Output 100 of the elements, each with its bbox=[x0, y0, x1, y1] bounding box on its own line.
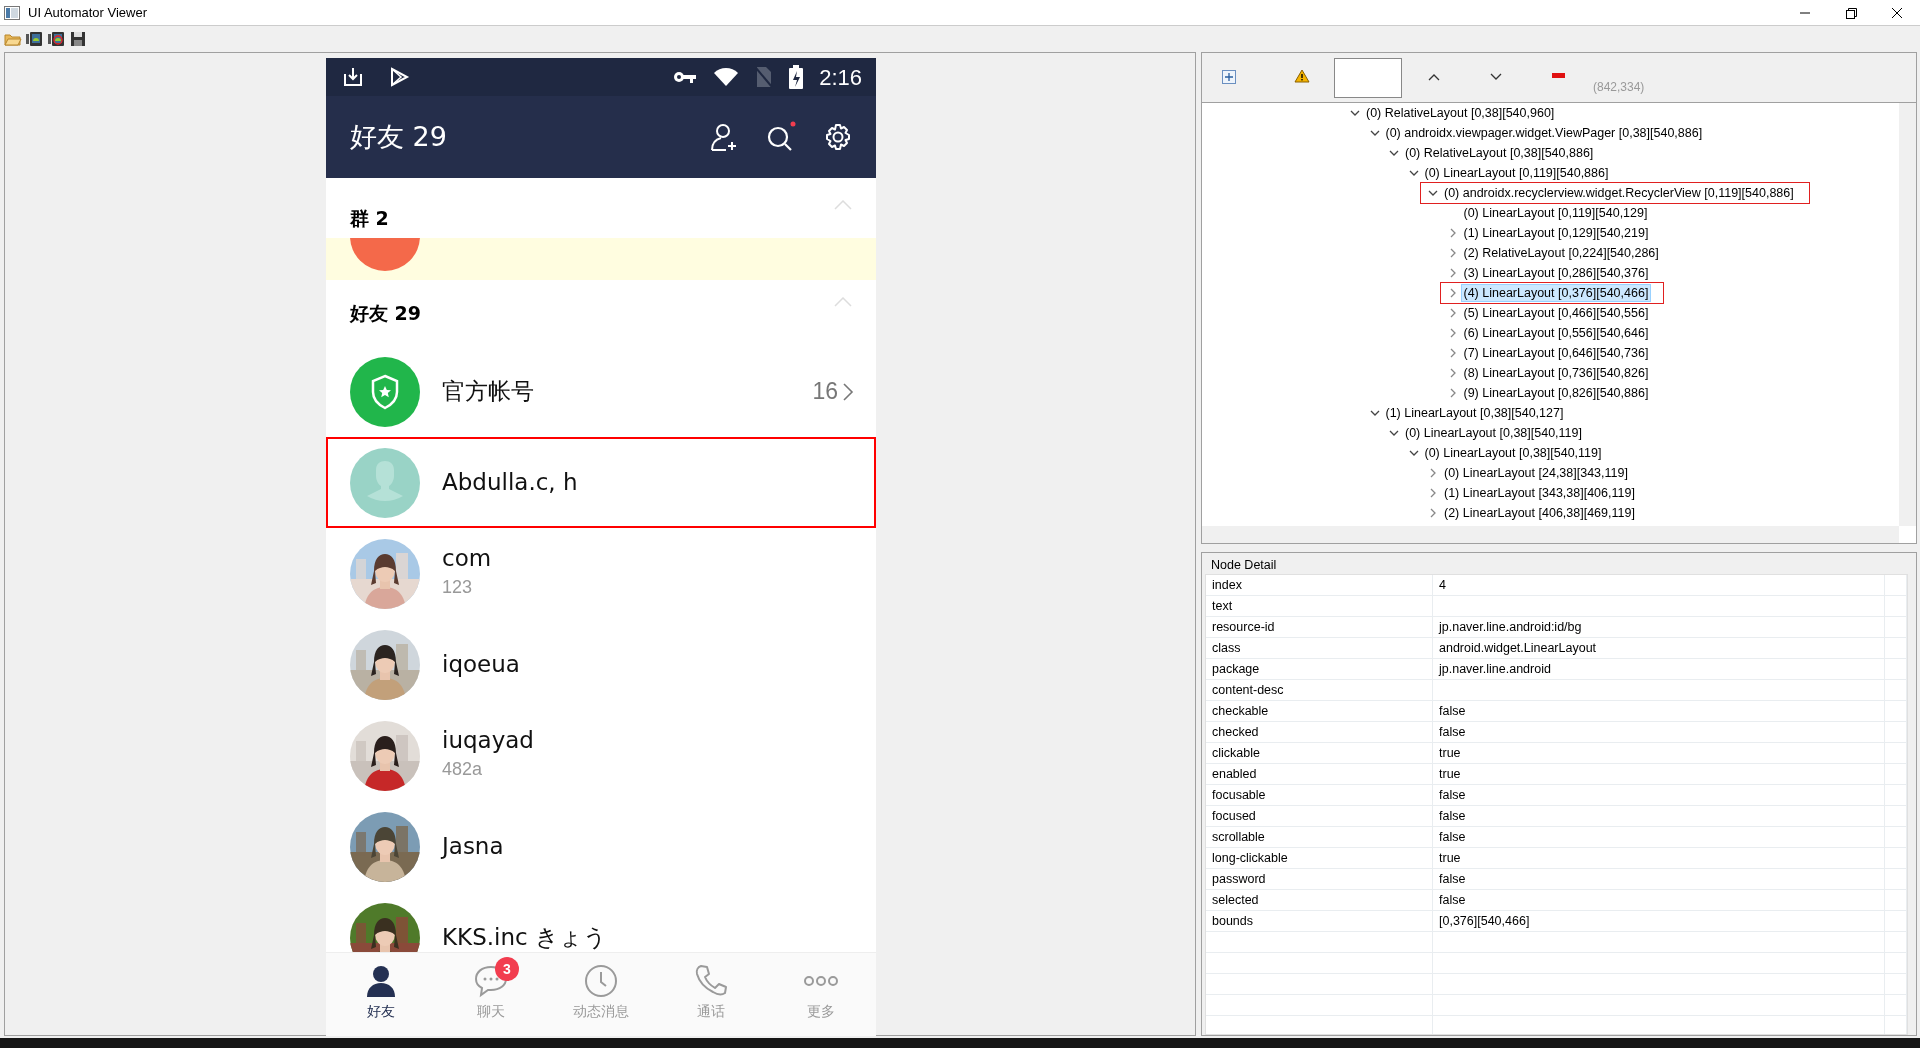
contact-row[interactable]: 官方帐号 16 bbox=[326, 346, 876, 437]
caret-down-icon[interactable] bbox=[1490, 73, 1502, 81]
settings-icon[interactable] bbox=[824, 123, 852, 151]
count-label: 16 bbox=[812, 377, 838, 407]
chat-icon bbox=[473, 963, 509, 999]
property-value: jp.naver.line.android:id/bg bbox=[1433, 617, 1885, 637]
vertical-scrollbar[interactable] bbox=[1899, 103, 1916, 526]
panel-title: Node Detail bbox=[1211, 558, 1277, 572]
property-name: enabled bbox=[1206, 764, 1433, 784]
tree-node[interactable]: (0) LinearLayout [0,38][540,119] bbox=[1421, 444, 1605, 462]
caret-up-icon[interactable] bbox=[1428, 73, 1440, 81]
contact-name: 官方帐号 bbox=[442, 379, 534, 404]
tree-node[interactable]: (1) LinearLayout [343,38][406,119] bbox=[1441, 484, 1638, 502]
input-field[interactable] bbox=[1334, 58, 1402, 98]
tree-node[interactable]: (8) LinearLayout [0,736][540,826] bbox=[1460, 364, 1652, 382]
tree-node[interactable]: (0) LinearLayout [0,119][540,129] bbox=[1460, 204, 1651, 222]
contact-name: com bbox=[442, 545, 492, 571]
section-title: 好友 29 bbox=[350, 300, 422, 326]
group-row[interactable] bbox=[326, 238, 876, 280]
property-name: clickable bbox=[1206, 743, 1433, 763]
property-value: true bbox=[1433, 764, 1885, 784]
property-name: resource-id bbox=[1206, 617, 1433, 637]
property-name: index bbox=[1206, 575, 1433, 595]
tree-node[interactable]: (2) LinearLayout [406,38][469,119] bbox=[1441, 504, 1638, 522]
nav-tab[interactable]: 聊天 3 bbox=[436, 953, 546, 1036]
chevron-right-icon bbox=[842, 381, 854, 402]
expand-all-icon[interactable] bbox=[1222, 70, 1236, 84]
tree-node[interactable]: (1) LinearLayout [0,38][540,127] bbox=[1382, 404, 1567, 422]
contact-name: KKS.inc きょう bbox=[442, 925, 607, 950]
tree-node[interactable]: (2) RelativeLayout [0,224][540,286] bbox=[1460, 244, 1662, 262]
contact-name: Jasna bbox=[442, 834, 504, 859]
phone-robot-alert-icon[interactable] bbox=[48, 31, 66, 47]
contact-name: iuqayad bbox=[442, 727, 534, 753]
status-message: 123 bbox=[442, 576, 474, 600]
warning-icon[interactable] bbox=[1294, 69, 1310, 83]
status-message: 482a bbox=[442, 758, 484, 782]
tree-node[interactable]: (0) RelativeLayout [0,38][540,886] bbox=[1402, 144, 1597, 162]
shield-icon bbox=[350, 356, 420, 427]
property-value: android.widget.LinearLayout bbox=[1433, 638, 1885, 658]
property-name: selected bbox=[1206, 890, 1433, 910]
tree-node[interactable]: (0) androidx.recyclerview.widget.RecyclerView [0,119][540,886] bbox=[1441, 184, 1797, 202]
property-value: [0,376][540,466] bbox=[1433, 911, 1885, 931]
download-icon bbox=[342, 66, 364, 88]
property-name: scrollable bbox=[1206, 827, 1433, 847]
no-sim-icon bbox=[755, 66, 774, 88]
contact-row[interactable]: Jasna bbox=[326, 801, 876, 892]
nav-tab[interactable]: 好友 bbox=[326, 953, 436, 1036]
tree-node[interactable]: (0) LinearLayout [0,38][540,119] bbox=[1402, 424, 1585, 442]
property-value: false bbox=[1433, 806, 1885, 826]
avatar-icon bbox=[350, 447, 420, 518]
contact-name: Abdulla.c, h bbox=[442, 470, 578, 495]
property-value: jp.naver.line.android bbox=[1433, 659, 1885, 679]
contact-row[interactable]: iqoeua bbox=[326, 619, 876, 710]
property-name: checkable bbox=[1206, 701, 1433, 721]
tree-node[interactable]: (3) LinearLayout [0,286][540,376] bbox=[1460, 264, 1652, 282]
contact-row[interactable]: Abdulla.c, h bbox=[326, 437, 876, 528]
tree-node[interactable]: (0) LinearLayout [0,119][540,886] bbox=[1421, 164, 1612, 182]
property-value: false bbox=[1433, 890, 1885, 910]
property-value: true bbox=[1433, 848, 1885, 868]
property-name: focused bbox=[1206, 806, 1433, 826]
property-name: content-desc bbox=[1206, 680, 1433, 700]
more-icon bbox=[803, 975, 839, 987]
contact-row[interactable]: com 123 bbox=[326, 528, 876, 619]
property-name: package bbox=[1206, 659, 1433, 679]
key-icon bbox=[673, 70, 698, 84]
property-name: focusable bbox=[1206, 785, 1433, 805]
tree-node[interactable]: (0) RelativeLayout [0,38][540,960] bbox=[1363, 104, 1558, 122]
property-value: false bbox=[1433, 722, 1885, 742]
tree-node[interactable]: (0) LinearLayout [24,38][343,119] bbox=[1441, 464, 1631, 482]
phone-robot-icon[interactable] bbox=[26, 31, 44, 47]
play-icon bbox=[388, 66, 410, 88]
tree-node[interactable]: (4) LinearLayout [0,376][540,466] bbox=[1460, 284, 1652, 302]
screen-title: 好友 29 bbox=[350, 119, 447, 154]
search-icon[interactable] bbox=[766, 121, 798, 153]
horizontal-scrollbar[interactable] bbox=[1202, 526, 1899, 543]
tree-node[interactable]: (9) LinearLayout [0,826][540,886] bbox=[1460, 384, 1652, 402]
clock-icon bbox=[583, 963, 619, 999]
property-name: password bbox=[1206, 869, 1433, 889]
tree-node[interactable]: (5) LinearLayout [0,466][540,556] bbox=[1460, 304, 1652, 322]
battery-icon bbox=[789, 65, 804, 89]
tree-node[interactable]: (6) LinearLayout [0,556][540,646] bbox=[1460, 324, 1652, 342]
property-name: checked bbox=[1206, 722, 1433, 742]
property-value: false bbox=[1433, 785, 1885, 805]
status-time: 2:16 bbox=[819, 63, 862, 92]
tree-node[interactable]: (0) androidx.viewpager.widget.ViewPager [0,38][540,886] bbox=[1382, 124, 1706, 142]
save-icon[interactable] bbox=[70, 31, 86, 47]
tree-node[interactable]: (7) LinearLayout [0,646][540,736] bbox=[1460, 344, 1652, 362]
property-value: 4 bbox=[1433, 575, 1885, 595]
wifi-icon bbox=[713, 67, 740, 87]
app-icon bbox=[4, 5, 20, 20]
tree-node[interactable]: (1) LinearLayout [0,129][540,219] bbox=[1460, 224, 1652, 242]
contact-name: iqoeua bbox=[442, 652, 520, 677]
contact-row[interactable]: iuqayad 482a bbox=[326, 710, 876, 801]
property-value: false bbox=[1433, 827, 1885, 847]
property-value: true bbox=[1433, 743, 1885, 763]
section-title: 群 2 bbox=[350, 205, 389, 231]
property-name: class bbox=[1206, 638, 1433, 658]
window-title: UI Automator Viewer bbox=[28, 3, 147, 22]
property-name: text bbox=[1206, 596, 1433, 616]
property-value: false bbox=[1433, 869, 1885, 889]
